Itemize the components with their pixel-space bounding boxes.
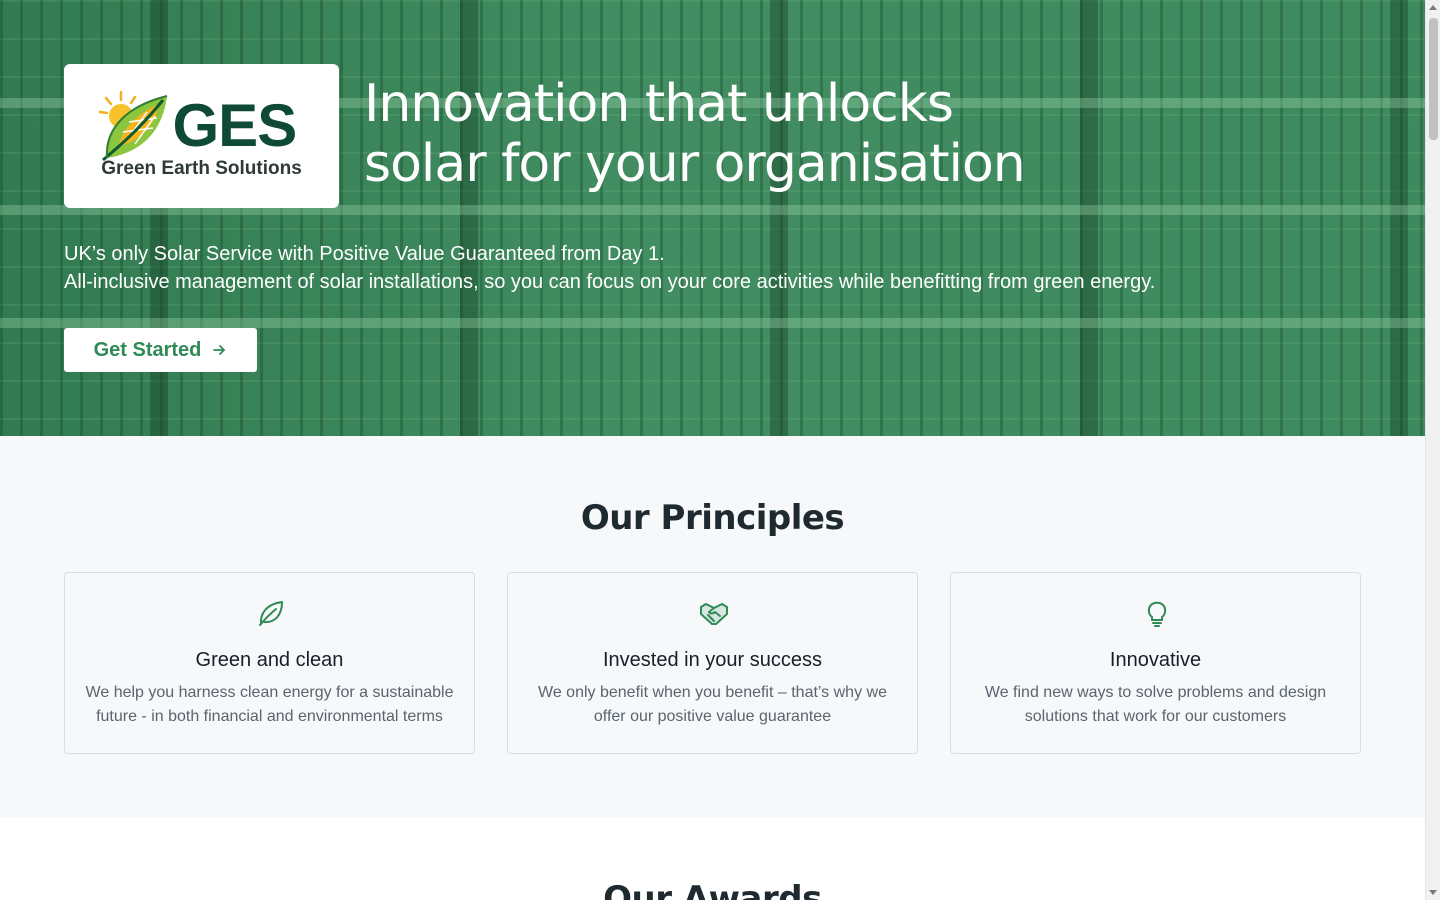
- hero-subtitle-line: UK’s only Solar Service with Positive Va…: [64, 243, 665, 265]
- principle-description-line: solutions that work for our customers: [1024, 708, 1287, 725]
- hero-subtitle-line: All-inclusive management of solar instal…: [64, 271, 1156, 293]
- hero-subtitle: UK’s only Solar Service with Positive Va…: [64, 240, 1264, 296]
- leaf-icon: [259, 601, 283, 626]
- principle-card-invested: Invested in your success We only benefit…: [507, 572, 918, 754]
- principle-title: Green and clean: [195, 649, 344, 671]
- logo-letters: GES: [172, 92, 298, 159]
- get-started-label: Get Started: [93, 338, 202, 361]
- principle-description: We only benefit when you benefit – that’…: [528, 681, 897, 729]
- logo-lockup: GES Green Earth Solutions: [97, 86, 307, 186]
- hero-title-line: solar for your organisation: [364, 134, 1026, 194]
- principle-title: Innovative: [1109, 649, 1202, 671]
- get-started-button[interactable]: Get Started: [64, 328, 257, 372]
- awards-section: Our Awards: [0, 817, 1425, 900]
- page: GES Green Earth Solutions Innovation tha…: [0, 0, 1425, 900]
- hero-background-rail: [0, 318, 1425, 328]
- principle-description: We find new ways to solve problems and d…: [971, 681, 1340, 729]
- page-scrollbar[interactable]: [1425, 0, 1440, 900]
- principle-card-innovative: Innovative We find new ways to solve pro…: [950, 572, 1361, 754]
- principle-description-line: future - in both financial and environme…: [96, 708, 443, 725]
- arrow-right-icon: [213, 345, 226, 355]
- principle-title: Invested in your success: [603, 649, 822, 671]
- lightbulb-icon: [1147, 601, 1167, 627]
- hero-section: GES Green Earth Solutions Innovation tha…: [0, 0, 1425, 436]
- principles-title: Our Principles: [580, 498, 845, 538]
- principle-description-line: We only benefit when you benefit – that’…: [538, 684, 887, 701]
- principles-section: Our Principles Green and clean We help y…: [0, 436, 1425, 817]
- scroll-up-arrow-icon[interactable]: [1429, 5, 1437, 10]
- principle-description: We help you harness clean energy for a s…: [85, 681, 454, 729]
- principle-description-line: offer our positive value guarantee: [593, 708, 832, 725]
- sun-leaf-logo-icon: [98, 90, 167, 162]
- hero-title-line: Innovation that unlocks: [364, 74, 954, 134]
- scroll-down-arrow-icon[interactable]: [1429, 890, 1437, 895]
- handshake-icon: [700, 603, 728, 625]
- principle-card-green: Green and clean We help you harness clea…: [64, 572, 475, 754]
- scrollbar-thumb[interactable]: [1429, 18, 1438, 140]
- awards-title: Our Awards: [603, 879, 822, 900]
- principle-description-line: We find new ways to solve problems and d…: [984, 684, 1327, 701]
- hero-title: Innovation that unlocks solar for your o…: [364, 74, 1264, 194]
- principle-description-line: We help you harness clean energy for a s…: [85, 684, 454, 701]
- logo-subtitle: Green Earth Solutions: [101, 158, 302, 179]
- company-logo[interactable]: GES Green Earth Solutions: [64, 64, 339, 208]
